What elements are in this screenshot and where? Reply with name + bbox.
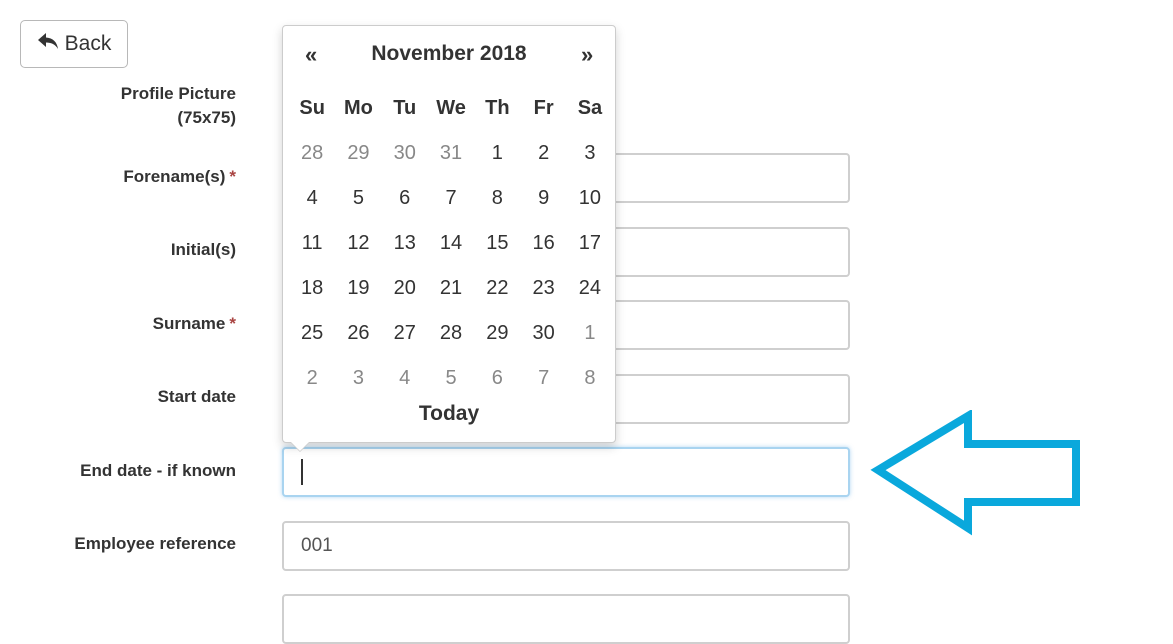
week-row: 25 26 27 28 29 30 1	[289, 311, 613, 356]
weekday-label: Th	[485, 97, 510, 119]
day-cell-other-month[interactable]: 6	[474, 367, 520, 390]
datepicker-header: November 2018 « »	[283, 42, 615, 72]
day-cell-other-month[interactable]: 5	[428, 367, 474, 390]
datepicker-next-button[interactable]: »	[581, 42, 593, 68]
today-button[interactable]: Today	[283, 402, 615, 426]
day-cell[interactable]: 12	[335, 232, 381, 255]
week-row: 2 3 4 5 6 7 8	[289, 356, 613, 401]
weekday-label: Fr	[533, 97, 554, 119]
day-cell-other-month[interactable]: 29	[335, 142, 381, 165]
day-cell[interactable]: 6	[382, 187, 428, 210]
day-cell[interactable]: 24	[567, 277, 613, 300]
week-row: 18 19 20 21 22 23 24	[289, 266, 613, 311]
day-cell[interactable]: 15	[474, 232, 520, 255]
day-cell[interactable]: 26	[335, 322, 381, 345]
weekday-label: Sa	[577, 97, 603, 119]
day-cell[interactable]: 2	[520, 142, 566, 165]
day-cell[interactable]: 8	[474, 187, 520, 210]
day-cell[interactable]: 27	[382, 322, 428, 345]
day-cell[interactable]: 23	[520, 277, 566, 300]
day-cell-other-month[interactable]: 28	[289, 142, 335, 165]
text-cursor	[301, 459, 303, 485]
day-cell[interactable]: 4	[289, 187, 335, 210]
day-cell[interactable]: 1	[474, 142, 520, 165]
datepicker-pointer	[291, 442, 309, 451]
day-cell[interactable]: 13	[382, 232, 428, 255]
week-row: 4 5 6 7 8 9 10	[289, 176, 613, 221]
annotation-arrow-icon	[870, 410, 1080, 536]
datepicker-popup: November 2018 « » Su Mo Tu We Th Fr Sa 2…	[282, 25, 616, 443]
day-cell[interactable]: 22	[474, 277, 520, 300]
datepicker-grid: Su Mo Tu We Th Fr Sa 28 29 30 31 1 2 3 4…	[289, 86, 613, 401]
day-cell[interactable]: 17	[567, 232, 613, 255]
next-field-input[interactable]	[282, 594, 850, 644]
forename-label: Forename(s) *	[123, 167, 236, 186]
day-cell[interactable]: 16	[520, 232, 566, 255]
day-cell[interactable]: 29	[474, 322, 520, 345]
day-cell[interactable]: 28	[428, 322, 474, 345]
datepicker-prev-button[interactable]: «	[305, 42, 317, 68]
day-cell[interactable]: 20	[382, 277, 428, 300]
day-cell[interactable]: 30	[520, 322, 566, 345]
day-cell[interactable]: 9	[520, 187, 566, 210]
required-asterisk: *	[229, 314, 236, 333]
day-cell[interactable]: 7	[428, 187, 474, 210]
reply-arrow-icon	[37, 31, 59, 57]
day-cell-other-month[interactable]: 7	[520, 367, 566, 390]
weekday-label: Mo	[344, 97, 373, 119]
back-button[interactable]: Back	[20, 20, 128, 68]
end-date-label: End date - if known	[80, 461, 236, 480]
day-cell[interactable]: 25	[289, 322, 335, 345]
datepicker-month-year[interactable]: November 2018	[283, 42, 615, 66]
week-row: 11 12 13 14 15 16 17	[289, 221, 613, 266]
next-field-label-partial	[231, 603, 236, 627]
weekday-header-row: Su Mo Tu We Th Fr Sa	[289, 86, 613, 131]
profile-picture-label: Profile Picture (75x75)	[120, 84, 236, 127]
day-cell[interactable]: 14	[428, 232, 474, 255]
required-asterisk: *	[229, 167, 236, 186]
week-row: 28 29 30 31 1 2 3	[289, 131, 613, 176]
day-cell[interactable]: 10	[567, 187, 613, 210]
weekday-label: We	[436, 97, 466, 119]
day-cell[interactable]: 11	[289, 232, 335, 255]
day-cell-other-month[interactable]: 31	[428, 142, 474, 165]
day-cell-other-month[interactable]: 2	[289, 367, 335, 390]
employee-reference-input[interactable]: 001	[282, 521, 850, 571]
employee-reference-label: Employee reference	[74, 534, 236, 553]
weekday-label: Tu	[393, 97, 417, 119]
day-cell-other-month[interactable]: 3	[335, 367, 381, 390]
day-cell-other-month[interactable]: 1	[567, 322, 613, 345]
day-cell-other-month[interactable]: 8	[567, 367, 613, 390]
back-button-label: Back	[64, 32, 112, 55]
initials-label: Initial(s)	[170, 240, 236, 259]
day-cell[interactable]: 18	[289, 277, 335, 300]
day-cell[interactable]: 3	[567, 142, 613, 165]
day-cell[interactable]: 5	[335, 187, 381, 210]
day-cell-other-month[interactable]: 30	[382, 142, 428, 165]
day-cell[interactable]: 19	[335, 277, 381, 300]
surname-label: Surname *	[152, 314, 236, 333]
weekday-label: Su	[299, 97, 325, 119]
start-date-label: Start date	[157, 387, 236, 406]
day-cell-other-month[interactable]: 4	[382, 367, 428, 390]
end-date-input[interactable]	[282, 447, 850, 497]
day-cell[interactable]: 21	[428, 277, 474, 300]
